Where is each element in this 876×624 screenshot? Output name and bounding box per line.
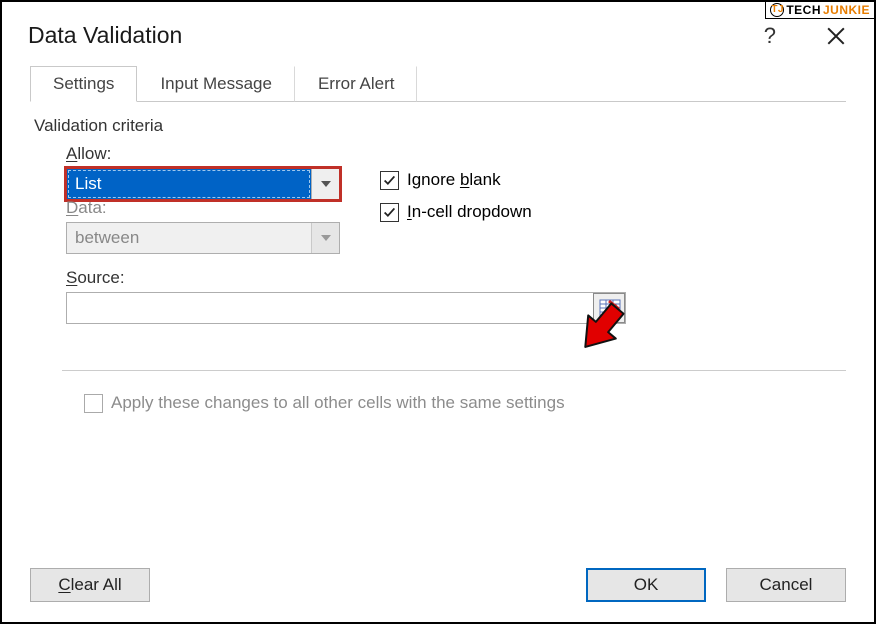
ok-label: OK bbox=[634, 575, 659, 595]
tab-error-alert[interactable]: Error Alert bbox=[295, 66, 418, 102]
allow-dropdown[interactable]: List bbox=[66, 168, 340, 200]
apply-all-label: Apply these changes to all other cells w… bbox=[111, 393, 565, 413]
tab-settings-label: Settings bbox=[53, 74, 114, 93]
clear-all-button[interactable]: Clear All bbox=[30, 568, 150, 602]
tab-input-message-label: Input Message bbox=[160, 74, 272, 93]
watermark-techjunkie: TJ TECHJUNKIE bbox=[765, 2, 874, 19]
ignore-blank-label: Ignore blank bbox=[407, 170, 501, 190]
watermark-logo-icon: TJ bbox=[770, 3, 784, 17]
cancel-button[interactable]: Cancel bbox=[726, 568, 846, 602]
clear-all-label: Clear All bbox=[58, 575, 121, 595]
dialog-footer: Clear All OK Cancel bbox=[30, 554, 846, 602]
data-dropdown-value: between bbox=[67, 223, 311, 253]
tab-strip: Settings Input Message Error Alert bbox=[30, 65, 846, 102]
allow-dropdown-value: List bbox=[67, 169, 311, 199]
tab-settings[interactable]: Settings bbox=[30, 66, 137, 102]
tab-input-message[interactable]: Input Message bbox=[137, 66, 295, 102]
apply-all-checkbox: Apply these changes to all other cells w… bbox=[84, 393, 842, 413]
source-input[interactable] bbox=[67, 293, 593, 323]
source-range-picker-button[interactable] bbox=[593, 293, 625, 323]
watermark-text-2: JUNKIE bbox=[823, 3, 870, 17]
divider bbox=[62, 370, 846, 371]
allow-dropdown-button[interactable] bbox=[311, 169, 339, 199]
ignore-blank-checkbox[interactable]: Ignore blank bbox=[380, 170, 532, 190]
chevron-down-icon bbox=[321, 181, 331, 187]
watermark-text-1: TECH bbox=[786, 3, 821, 17]
source-label: Source: bbox=[66, 268, 842, 288]
ok-button[interactable]: OK bbox=[586, 568, 706, 602]
data-label: Data: bbox=[66, 198, 842, 218]
dialog-title: Data Validation bbox=[28, 22, 182, 49]
spreadsheet-picker-icon bbox=[599, 299, 621, 317]
allow-label: Allow: bbox=[66, 144, 340, 164]
tab-error-alert-label: Error Alert bbox=[318, 74, 395, 93]
data-dropdown-button bbox=[311, 223, 339, 253]
source-field-container bbox=[66, 292, 626, 324]
help-button[interactable]: ? bbox=[764, 23, 776, 49]
criteria-legend: Validation criteria bbox=[34, 116, 842, 136]
data-dropdown: between bbox=[66, 222, 340, 254]
titlebar: Data Validation ? bbox=[2, 2, 874, 59]
cancel-label: Cancel bbox=[760, 575, 813, 595]
checkmark-icon bbox=[383, 174, 396, 187]
chevron-down-icon bbox=[321, 235, 331, 241]
close-button[interactable] bbox=[826, 26, 846, 46]
